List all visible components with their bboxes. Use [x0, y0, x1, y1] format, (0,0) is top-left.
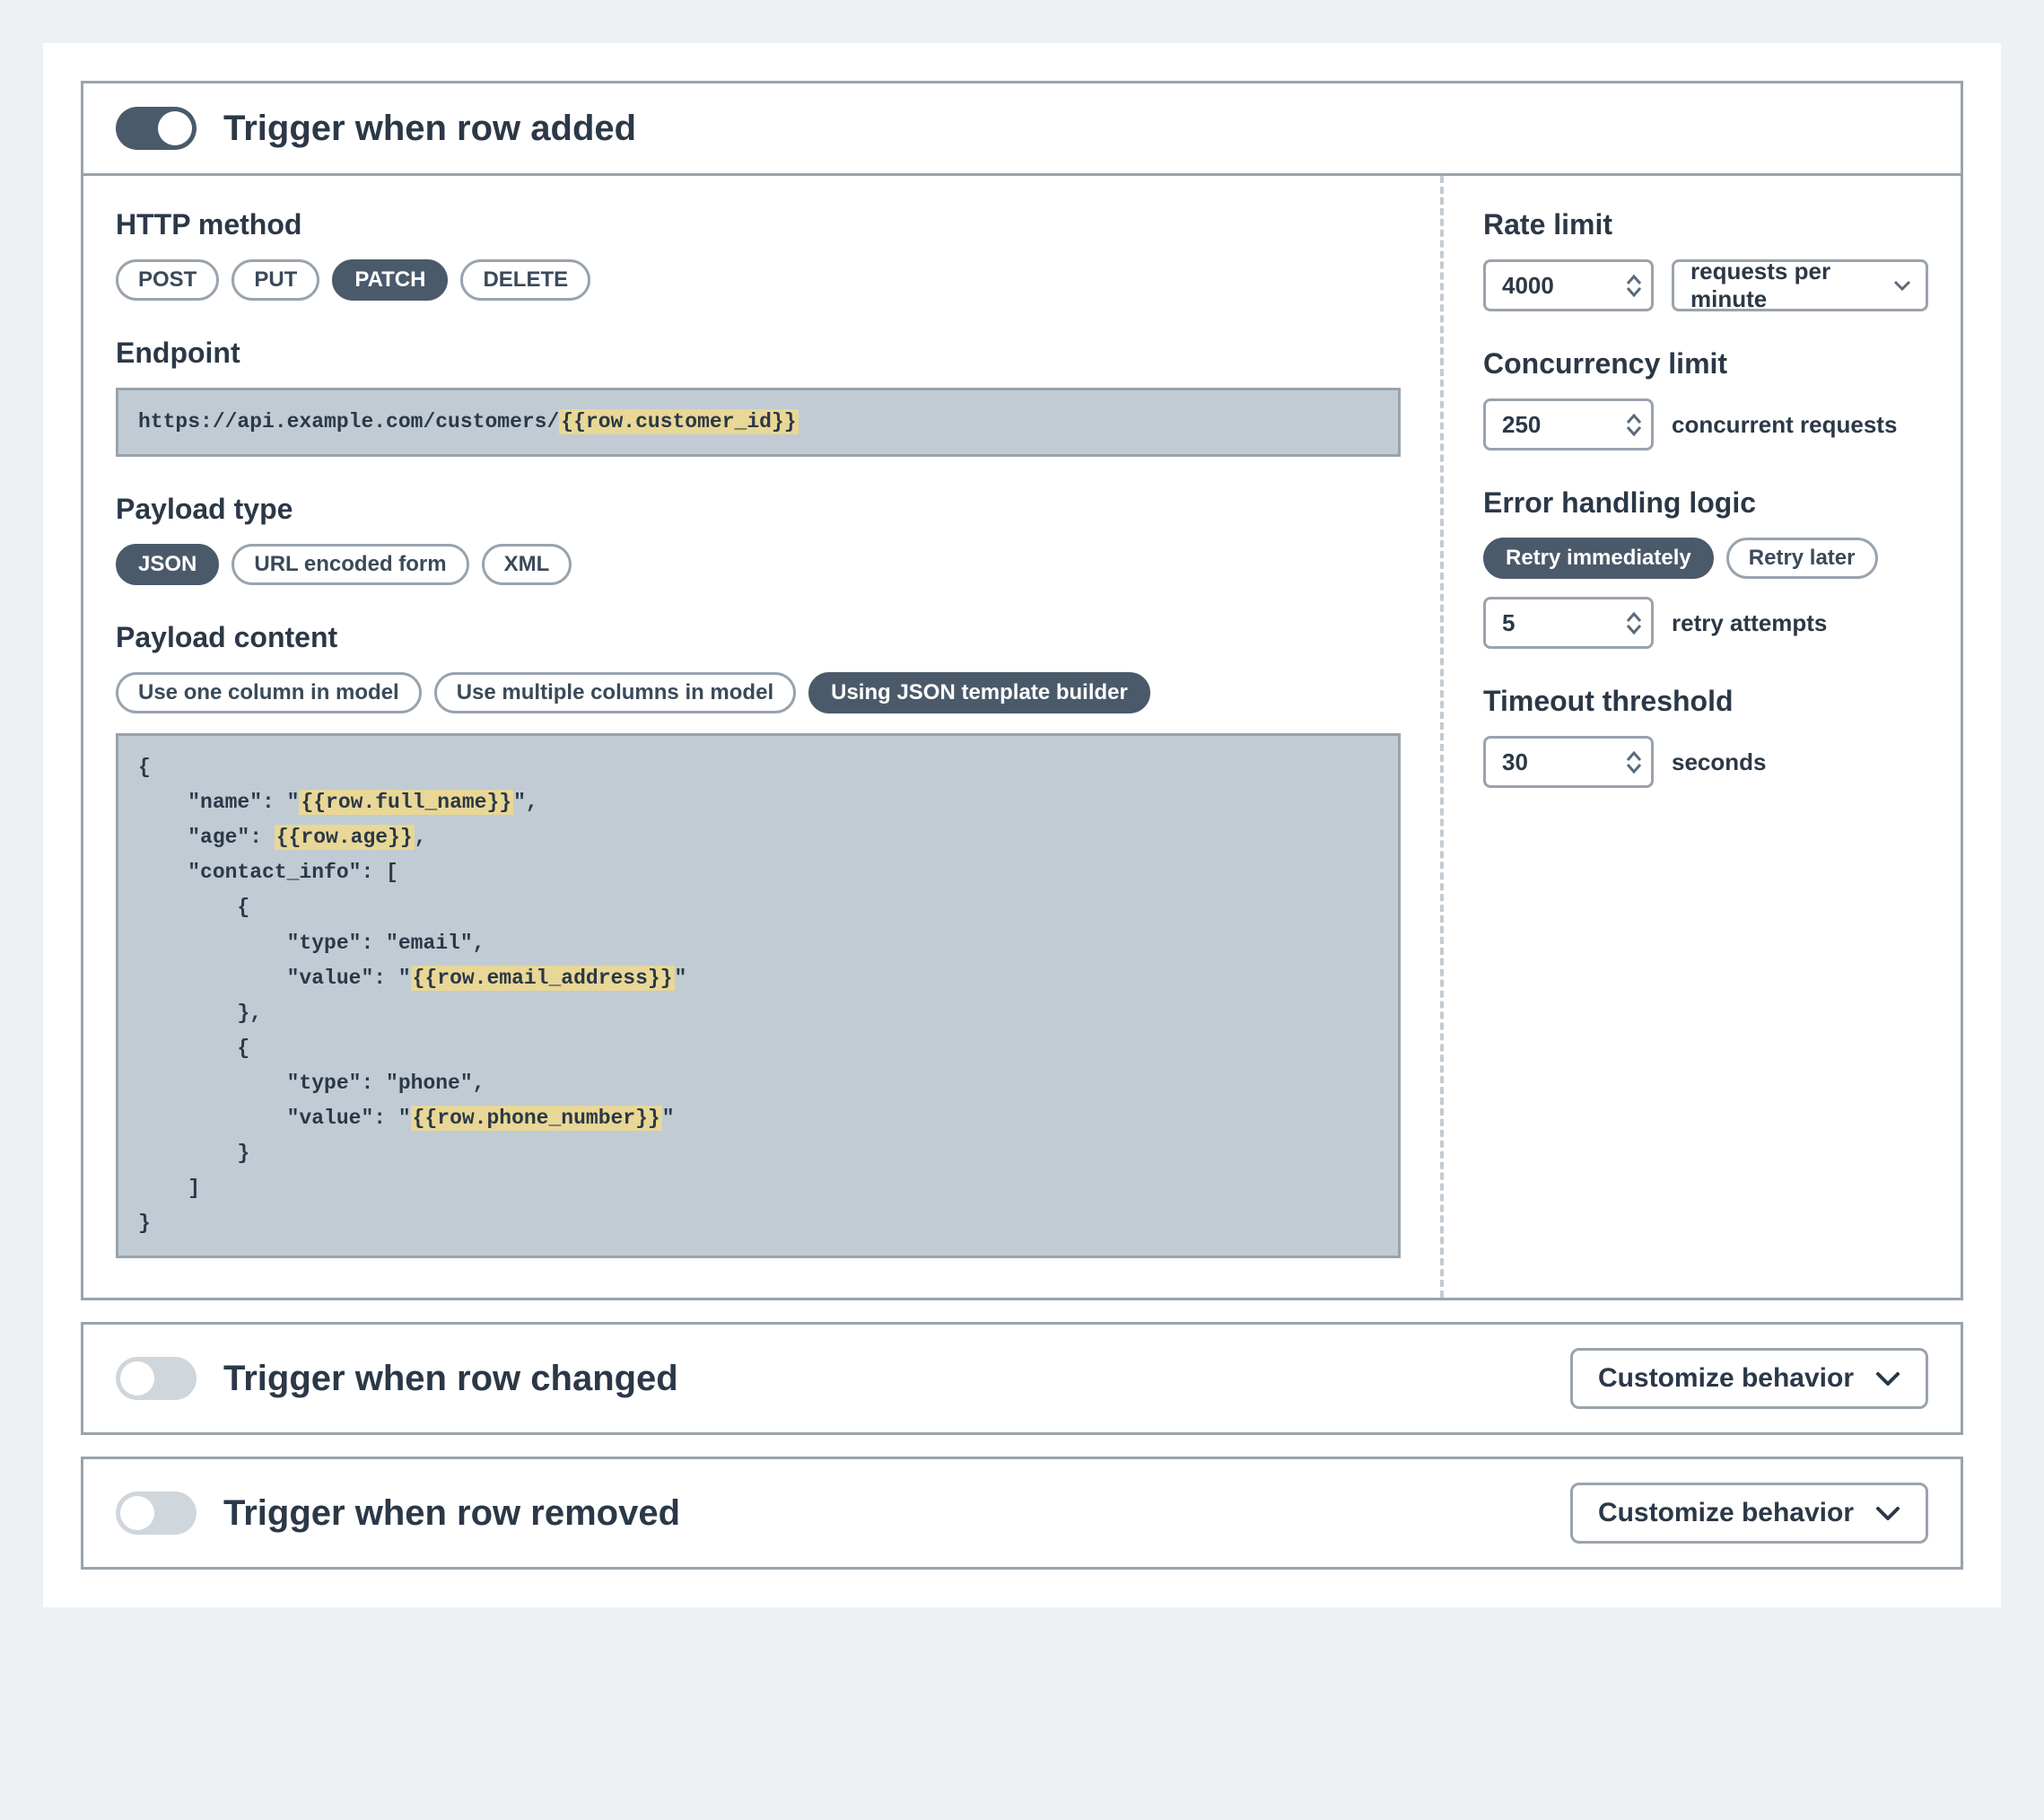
- payload-type-section: Payload type JSON URL encoded form XML: [116, 493, 1401, 585]
- timeout-input[interactable]: 30: [1483, 736, 1654, 788]
- toggle-changed[interactable]: [116, 1357, 197, 1400]
- trigger-body-added: HTTP method POST PUT PATCH DELETE Endpoint …: [83, 176, 1961, 1298]
- retry-attempts-value: 5: [1502, 609, 1626, 637]
- endpoint-label: Endpoint: [116, 337, 1401, 370]
- payload-type-options: JSON URL encoded form XML: [116, 544, 1401, 585]
- error-handling-section: Error handling logic Retry immediatelyRe…: [1483, 486, 1928, 649]
- rate-limit-unit: requests per minute: [1690, 258, 1877, 313]
- chevron-down-icon: [1893, 279, 1911, 292]
- stepper-icon[interactable]: [1626, 414, 1642, 436]
- trigger-title-changed: Trigger when row changed: [223, 1359, 1543, 1399]
- trigger-panel-changed: Trigger when row changed Customize behav…: [81, 1322, 1963, 1435]
- concurrency-label: Concurrency limit: [1483, 347, 1928, 381]
- rate-limit-value: 4000: [1502, 272, 1626, 300]
- http-method-option[interactable]: PATCH: [332, 259, 448, 301]
- http-method-options: POST PUT PATCH DELETE: [116, 259, 1401, 301]
- timeout-section: Timeout threshold 30 seconds: [1483, 685, 1928, 788]
- payload-content-option[interactable]: Using JSON template builder: [808, 672, 1150, 713]
- concurrency-section: Concurrency limit 250 concurrent request…: [1483, 347, 1928, 451]
- trigger-panel-header-removed: Trigger when row removed Customize behav…: [83, 1459, 1961, 1567]
- rate-limit-section: Rate limit 4000 requests per minute: [1483, 208, 1928, 311]
- customize-label: Customize behavior: [1598, 1498, 1854, 1528]
- chevron-down-icon: [1875, 1505, 1900, 1521]
- timeout-suffix: seconds: [1672, 748, 1767, 776]
- retry-attempts-suffix: retry attempts: [1672, 609, 1827, 637]
- customize-button-removed[interactable]: Customize behavior: [1570, 1483, 1928, 1544]
- customize-label: Customize behavior: [1598, 1363, 1854, 1394]
- payload-content-label: Payload content: [116, 621, 1401, 654]
- trigger-panel-header-added: Trigger when row added: [83, 83, 1961, 176]
- payload-json-editor[interactable]: { "name": "{{row.full_name}}", "age": {{…: [116, 733, 1401, 1258]
- payload-content-option[interactable]: Use one column in model: [116, 672, 422, 713]
- chevron-down-icon: [1875, 1370, 1900, 1387]
- concurrency-input[interactable]: 250: [1483, 398, 1654, 451]
- rate-limit-input[interactable]: 4000: [1483, 259, 1654, 311]
- error-handling-label: Error handling logic: [1483, 486, 1928, 520]
- trigger-panel-removed: Trigger when row removed Customize behav…: [81, 1457, 1963, 1570]
- error-handling-option[interactable]: Retry later: [1726, 538, 1878, 579]
- endpoint-input[interactable]: https://api.example.com/customers/{{row.…: [116, 388, 1401, 457]
- stepper-icon[interactable]: [1626, 275, 1642, 297]
- error-handling-options: Retry immediately Retry later: [1483, 538, 1928, 579]
- trigger-panel-added: Trigger when row added HTTP method POSTP…: [81, 81, 1963, 1300]
- customize-button-changed[interactable]: Customize behavior: [1570, 1348, 1928, 1409]
- http-method-section: HTTP method POST PUT PATCH DELETE: [116, 208, 1401, 301]
- settings-card: Trigger when row added HTTP method POSTP…: [43, 43, 2001, 1607]
- right-column: Rate limit 4000 requests per minute: [1440, 176, 1961, 1298]
- rate-limit-label: Rate limit: [1483, 208, 1928, 241]
- toggle-added[interactable]: [116, 107, 197, 150]
- http-method-option[interactable]: POST: [116, 259, 219, 301]
- timeout-label: Timeout threshold: [1483, 685, 1928, 718]
- payload-content-option[interactable]: Use multiple columns in model: [434, 672, 796, 713]
- payload-type-option[interactable]: XML: [482, 544, 572, 585]
- payload-type-label: Payload type: [116, 493, 1401, 526]
- payload-content-section: Payload content Use one column in modelU…: [116, 621, 1401, 1258]
- http-method-option[interactable]: DELETE: [460, 259, 590, 301]
- trigger-title-added: Trigger when row added: [223, 109, 1928, 149]
- concurrency-value: 250: [1502, 411, 1626, 439]
- http-method-label: HTTP method: [116, 208, 1401, 241]
- rate-limit-unit-select[interactable]: requests per minute: [1672, 259, 1928, 311]
- left-column: HTTP method POST PUT PATCH DELETE Endpoint …: [83, 176, 1440, 1298]
- trigger-panel-header-changed: Trigger when row changed Customize behav…: [83, 1325, 1961, 1432]
- stepper-icon[interactable]: [1626, 612, 1642, 634]
- retry-attempts-input[interactable]: 5: [1483, 597, 1654, 649]
- error-handling-option[interactable]: Retry immediately: [1483, 538, 1714, 579]
- timeout-value: 30: [1502, 748, 1626, 776]
- payload-content-options: Use one column in model Use multiple colu…: [116, 672, 1401, 713]
- payload-type-option[interactable]: JSON: [116, 544, 219, 585]
- trigger-title-removed: Trigger when row removed: [223, 1493, 1543, 1534]
- endpoint-section: Endpoint https://api.example.com/custome…: [116, 337, 1401, 457]
- concurrency-suffix: concurrent requests: [1672, 411, 1897, 439]
- http-method-option[interactable]: PUT: [231, 259, 319, 301]
- toggle-removed[interactable]: [116, 1492, 197, 1535]
- payload-type-option[interactable]: URL encoded form: [231, 544, 468, 585]
- stepper-icon[interactable]: [1626, 751, 1642, 774]
